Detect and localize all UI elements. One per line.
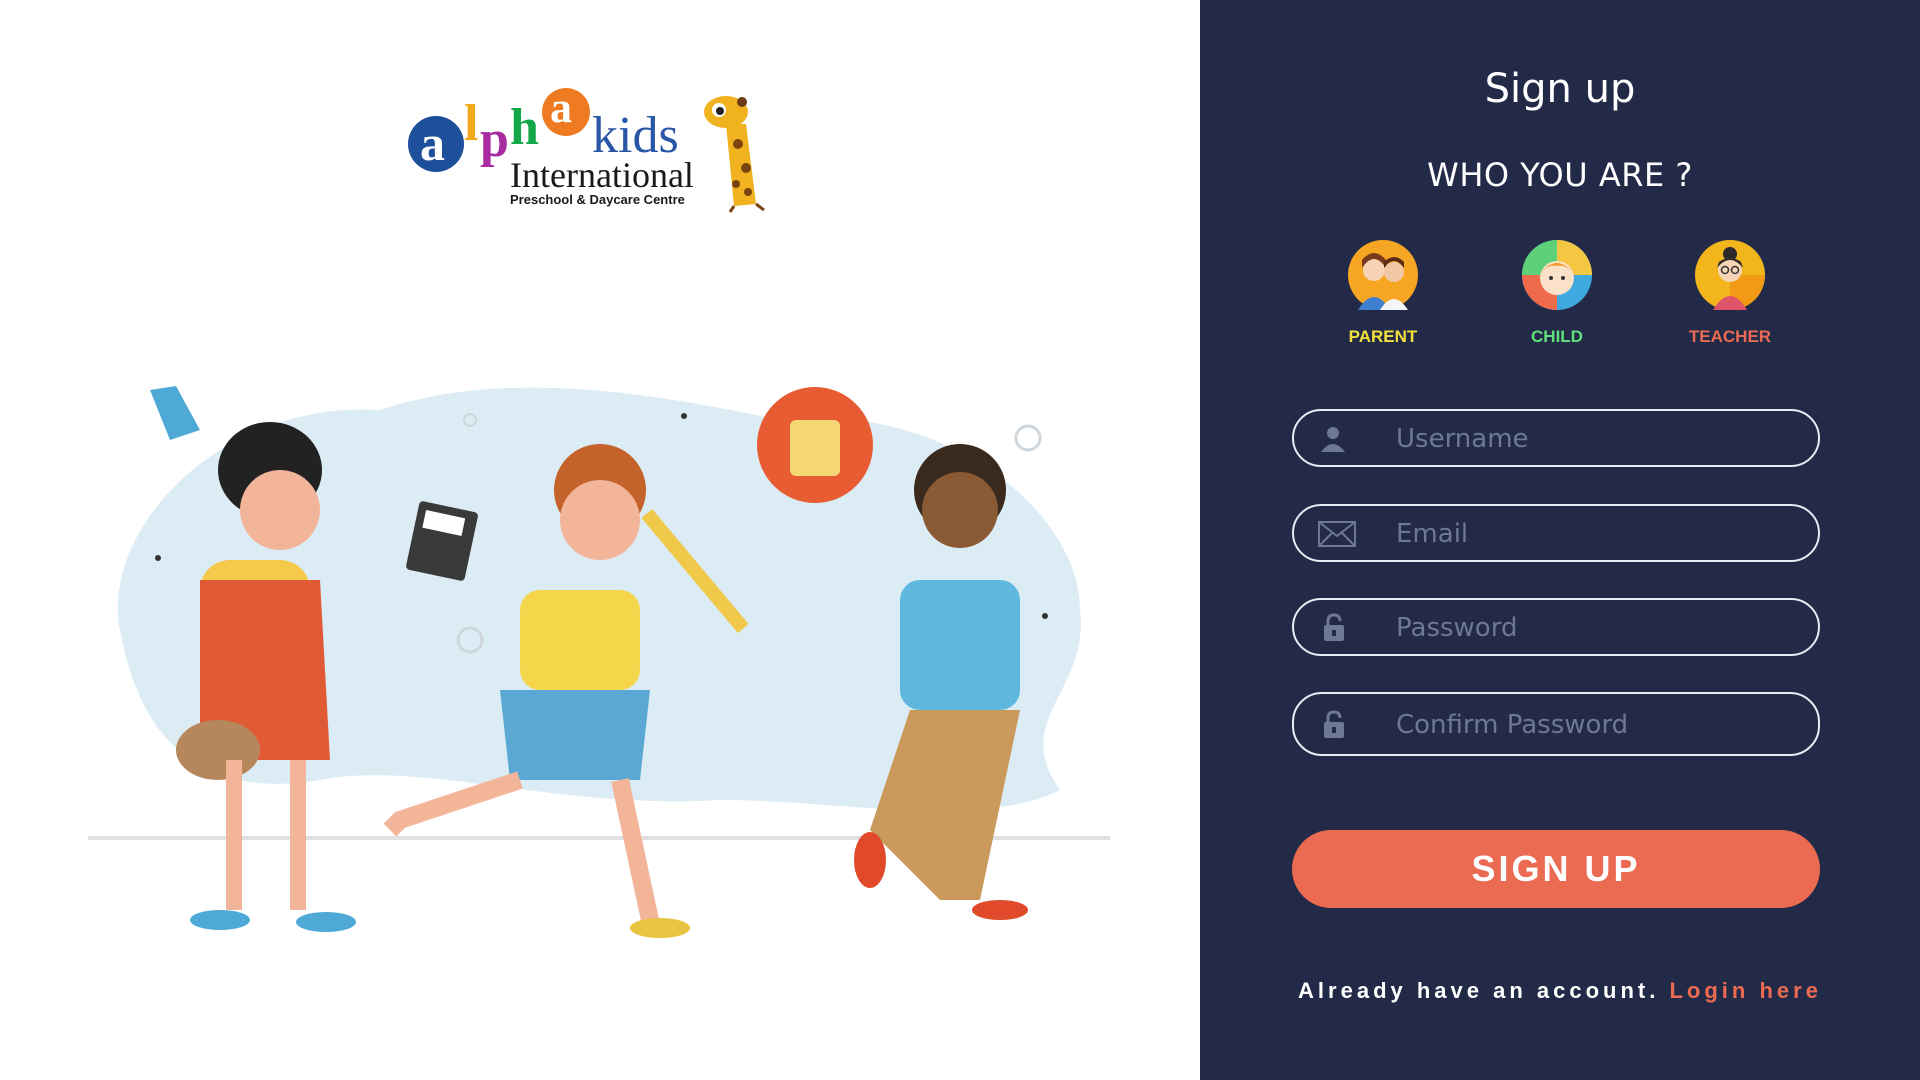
logo-letter-a: a: [420, 115, 445, 171]
logo-letter-h: h: [510, 99, 539, 156]
role-label-child: CHILD: [1531, 327, 1583, 346]
role-label-teacher: TEACHER: [1688, 327, 1772, 346]
role-label-parent: PARENT: [1348, 327, 1418, 346]
password-input[interactable]: [1394, 600, 1798, 656]
logo-letter-a2: a: [550, 83, 572, 132]
role-child[interactable]: CHILD: [1502, 240, 1612, 347]
role-teacher[interactable]: TEACHER: [1675, 240, 1785, 347]
teacher-avatar-icon: [1695, 240, 1765, 310]
logo-international: International: [510, 155, 694, 195]
lock-icon: [1324, 613, 1344, 641]
giraffe-mascot-icon: [704, 96, 765, 213]
brand-logo: a l p h a kids International Preschool &…: [406, 83, 796, 214]
parent-avatar-icon: [1348, 240, 1418, 310]
user-icon: [1321, 427, 1345, 452]
role-parent[interactable]: PARENT: [1328, 240, 1438, 347]
page-title: Sign up: [1484, 66, 1636, 112]
email-input[interactable]: [1394, 506, 1798, 562]
password-field[interactable]: [1292, 598, 1820, 656]
logo-letter-p: p: [480, 111, 509, 168]
signup-panel: Sign up WHO YOU ARE ? PARENT CHILD TEACH…: [1200, 0, 1920, 1080]
hero-panel: a l p h a kids International Preschool &…: [0, 0, 1200, 1080]
lock-icon: [1324, 710, 1344, 738]
login-prompt-text: Already have an account.: [1298, 978, 1670, 1003]
login-prompt: Already have an account. Login here: [1200, 978, 1920, 1004]
signup-button[interactable]: SIGN UP: [1292, 830, 1820, 908]
username-field[interactable]: [1292, 409, 1820, 467]
logo-tagline: Preschool & Daycare Centre: [510, 192, 685, 207]
confirm-password-input[interactable]: [1394, 694, 1798, 756]
role-question: WHO YOU ARE ?: [1427, 156, 1693, 194]
child-avatar-icon: [1522, 240, 1592, 310]
logo-letter-l: l: [464, 95, 479, 152]
envelope-icon: [1318, 521, 1356, 547]
email-field[interactable]: [1292, 504, 1820, 562]
kids-illustration: [88, 386, 1110, 938]
confirm-password-field[interactable]: [1292, 692, 1820, 756]
username-input[interactable]: [1394, 411, 1798, 467]
login-link[interactable]: Login here: [1669, 978, 1821, 1003]
